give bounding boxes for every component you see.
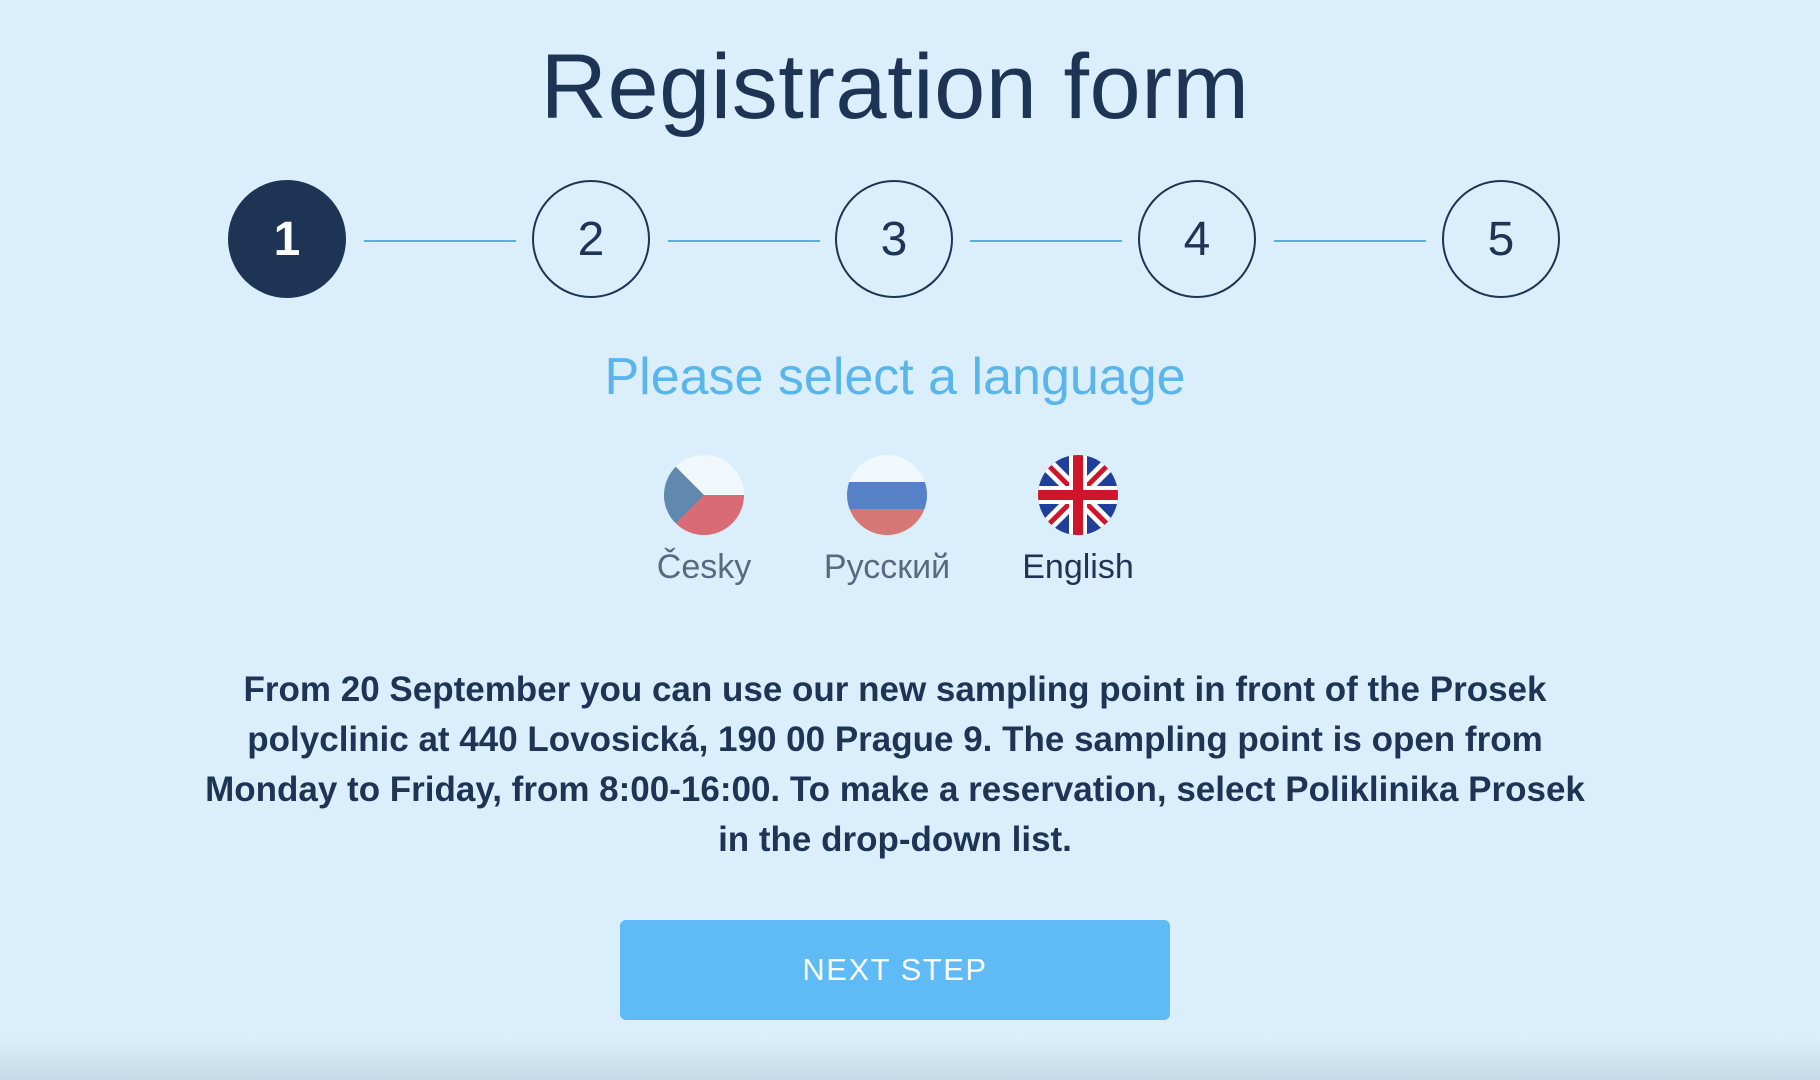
uk-flag-icon [1038,455,1118,535]
sampling-point-notice: From 20 September you can use our new sa… [205,670,1585,859]
czech-flag-icon [664,455,744,535]
language-label: Česky [656,548,752,586]
step-connector [1274,240,1426,242]
step-connector [970,240,1122,242]
language-prompt: Please select a language [604,348,1186,406]
step-connector [668,240,820,242]
russian-flag-icon [847,455,927,535]
language-option-russian[interactable]: Русский [817,455,957,588]
language-label: Русский [823,548,951,586]
language-option-english[interactable]: English [1008,455,1148,588]
language-option-czech[interactable]: Česky [634,455,774,588]
step-5[interactable]: 5 [1442,180,1560,298]
step-2[interactable]: 2 [532,180,650,298]
bottom-shadow [0,1038,1820,1080]
step-connector [364,240,516,242]
step-3[interactable]: 3 [835,180,953,298]
step-progress-bar: 1 2 3 4 5 [0,0,1820,320]
next-step-button[interactable]: NEXT STEP [620,920,1170,1020]
step-1[interactable]: 1 [228,180,346,298]
step-4[interactable]: 4 [1138,180,1256,298]
language-label: English [1022,548,1134,586]
